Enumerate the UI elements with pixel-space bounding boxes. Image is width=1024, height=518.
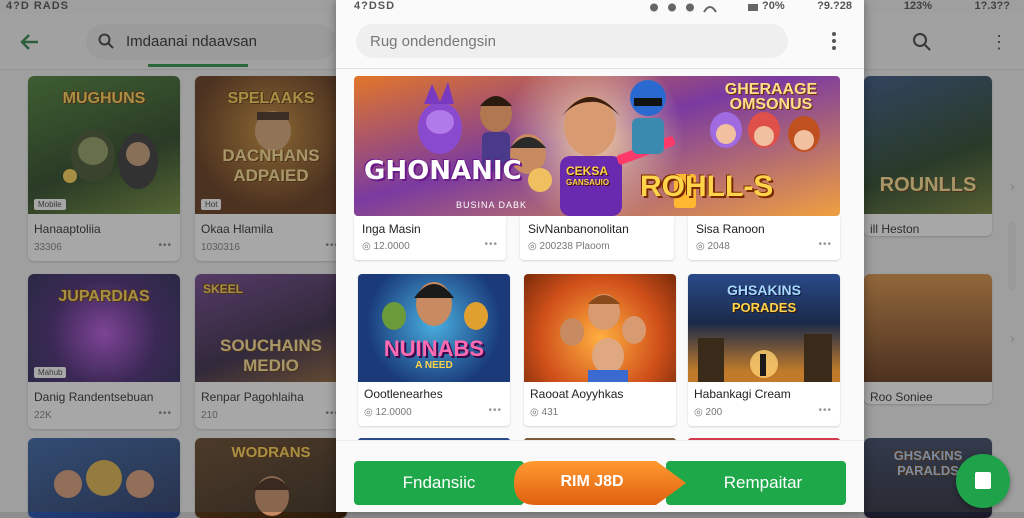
game-card[interactable]: NUINABS A NEED Oootlenearhes ◎ 12.0000 ••… — [358, 274, 510, 426]
game-meta: ◎ 12.0000 — [362, 241, 410, 252]
game-meta: ◎ 431 — [530, 407, 559, 418]
search-input[interactable] — [356, 24, 788, 58]
game-art — [524, 274, 676, 382]
game-name: Habankagi Cream — [694, 387, 791, 401]
status-icons — [650, 3, 758, 13]
featured-banner[interactable]: GHERAAGE OMSONUS GHONANIC CEKSA GANSAUIO… — [354, 76, 840, 216]
scene-art — [698, 334, 832, 382]
more-dots-icon[interactable]: ••• — [484, 239, 498, 250]
list-item[interactable]: Sisa Ranoon ◎ 2048 ••• — [688, 216, 840, 260]
game-name: Raooat Aoyyhkas — [530, 387, 624, 401]
banner-logo-center: CEKSA GANSAUIO — [566, 164, 610, 187]
floating-action-button[interactable] — [956, 454, 1010, 508]
list-item[interactable]: Inga Masin ◎ 12.0000 ••• — [354, 216, 506, 260]
banner-caption: BUSINA DABK — [456, 200, 528, 210]
character-art — [382, 282, 488, 330]
status-left: 4?DSD — [354, 0, 396, 12]
art-subtitle: PORADES — [731, 300, 797, 315]
center-arrow-button[interactable]: RIM J8D — [514, 461, 686, 505]
banner-logo-left: GHONANIC — [364, 156, 522, 186]
game-art: NUINABS A NEED — [358, 274, 510, 382]
stop-icon — [975, 472, 991, 489]
art-title: GHSAKINS — [727, 282, 801, 298]
divider — [336, 68, 864, 69]
status-time: ?9.?28 — [817, 0, 852, 12]
game-meta: ◎ 12.0000 ••• — [364, 405, 502, 418]
center-button-label: RIM J8D — [560, 473, 624, 490]
bottom-action-bar: Fndansiic Rempaitar RIM J8D — [336, 440, 864, 512]
game-name: Oootlenearhes — [364, 387, 443, 401]
more-dots-icon[interactable]: ••• — [488, 405, 502, 416]
game-card[interactable]: Raooat Aoyyhkas ◎ 431 — [524, 274, 676, 426]
more-dots-icon[interactable]: ••• — [818, 405, 832, 416]
game-name: Inga Masin — [362, 222, 421, 236]
search-bar[interactable] — [356, 24, 788, 58]
list-item[interactable]: SivNanbanonolitan ◎ 200238 Plaoom — [520, 216, 674, 260]
game-meta: ◎ 200238 Plaoom — [528, 241, 610, 252]
game-store-panel: 4?DSD ?0% ?9.?28 Rug ondendengsin GHERAA… — [336, 0, 864, 512]
banner-logo-top-right: GHERAAGE OMSONUS — [724, 81, 818, 113]
character-art — [560, 294, 646, 382]
game-card[interactable]: GHSAKINS PORADES Habankagi Cream ◎ 200 ••… — [688, 274, 840, 426]
game-name: Sisa Ranoon — [696, 222, 765, 236]
status-battery: ?0% — [762, 0, 785, 12]
primary-right-button[interactable]: Rempaitar — [666, 461, 846, 505]
featured-items-row: Inga Masin ◎ 12.0000 ••• SivNanbanonolit… — [354, 216, 840, 260]
art-title: NUINABS — [383, 336, 485, 361]
game-name: SivNanbanonolitan — [528, 222, 629, 236]
more-options-icon[interactable] — [828, 30, 840, 52]
more-dots-icon[interactable]: ••• — [818, 239, 832, 250]
game-meta: ◎ 2048 — [696, 241, 730, 252]
game-art: GHSAKINS PORADES — [688, 274, 840, 382]
game-meta: ◎ 200 ••• — [694, 405, 832, 418]
primary-left-button[interactable]: Fndansiic — [354, 461, 524, 505]
banner-logo-right: ROHLL-S — [640, 170, 774, 203]
panel-status-bar: 4?DSD ?0% ?9.?28 — [336, 0, 864, 16]
art-subtitle: A NEED — [415, 360, 453, 371]
